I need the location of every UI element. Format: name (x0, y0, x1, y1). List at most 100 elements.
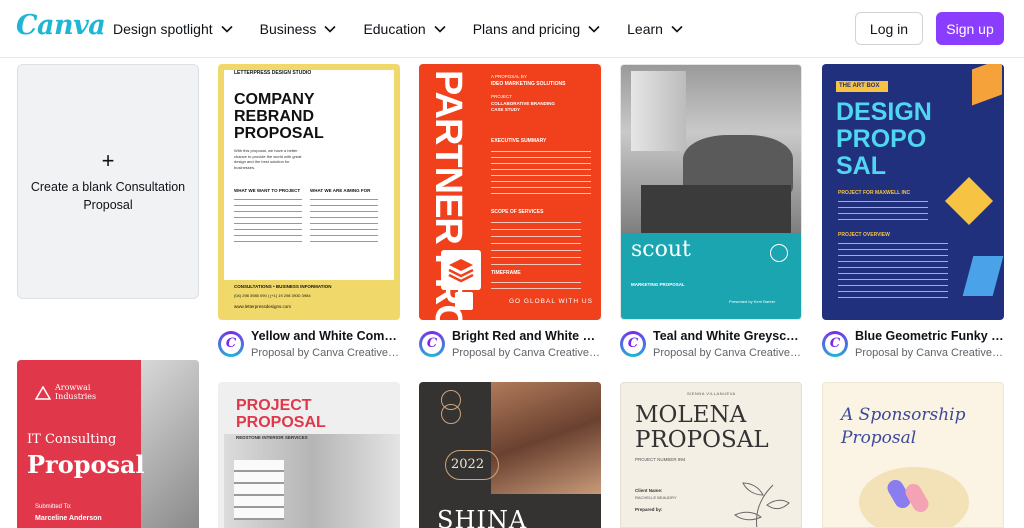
template-author[interactable]: Proposal by Canva Creative S... (855, 347, 1005, 359)
client-label: PROJECT FOR MAXWELL INC (838, 190, 911, 196)
nav-education[interactable]: Education (363, 21, 446, 37)
template-thumbnail[interactable]: A Sponsorship Proposal (822, 382, 1004, 528)
template-author[interactable]: Proposal by Canva Creative S... (251, 347, 401, 359)
client-label: Client Name: (635, 488, 663, 493)
title-line-2: REBRAND (234, 108, 314, 125)
section-heading: EXECUTIVE SUMMARY (491, 138, 547, 144)
chevron-down-icon (434, 25, 446, 33)
recipient-name: Marceline Anderson (35, 515, 102, 522)
canva-c-icon: C (825, 334, 845, 354)
title-line-1: PROJECT (236, 397, 312, 414)
body-text-placeholder (234, 196, 302, 246)
title-line-2: PROPOSAL (236, 414, 326, 431)
template-thumbnail[interactable]: PROJECT PROPOSAL REDSTONE INTERIOR SERVI… (218, 382, 400, 528)
canva-creative-studio-avatar: C (419, 331, 445, 357)
template-thumbnail[interactable]: scout MARKETING PROPOSAL Presented by Ke… (620, 64, 802, 320)
year-text: 2022 (451, 457, 485, 472)
prepared-label: Prepared by: (635, 507, 663, 512)
brand-text: scout (631, 237, 691, 262)
canva-creative-studio-avatar: C (620, 331, 646, 357)
template-thumbnail[interactable]: Arowwai Industries IT Consulting Proposa… (17, 360, 199, 528)
template-thumbnail[interactable]: LETTERPRESS DESIGN STUDIO COMPANY REBRAN… (218, 64, 400, 320)
company-name: IDEO MARKETING SOLUTIONS (491, 81, 566, 87)
intro-text: With this proposal, we have a better cha… (234, 148, 302, 170)
template-title[interactable]: Bright Red and White Sq... (452, 329, 602, 343)
template-author[interactable]: Proposal by Canva Creative S... (452, 347, 602, 359)
footer-text: CONSULTATIONS • BUSINESS INFORMATION (234, 284, 332, 289)
project-number: PROJECT NUMBER 894 (635, 457, 686, 462)
template-meta: C Bright Red and White Sq... Proposal by… (419, 329, 609, 363)
template-thumbnail[interactable]: SIENNA VILLANUEVA MOLENA PROPOSAL PROJEC… (620, 382, 802, 528)
canva-creative-studio-avatar: C (822, 331, 848, 357)
sign-up-button[interactable]: Sign up (936, 12, 1004, 45)
client-name: RACHELLE BEAUDRY (635, 495, 677, 500)
title-line-2: Proposal (841, 428, 917, 448)
nav-plans-and-pricing[interactable]: Plans and pricing (473, 21, 600, 37)
title-line-2: Proposal (27, 450, 145, 479)
template-meta: C Blue Geometric Funky Pr... Proposal by… (822, 329, 1012, 363)
title-line-2: PROPO (836, 125, 927, 153)
title-line-3: SAL (836, 152, 886, 180)
company-name: Arowwai Industries (55, 383, 97, 401)
go-global-text: GO GLOBAL WITH US (509, 298, 593, 305)
botanical-illustration (734, 482, 790, 527)
main-nav: Design spotlight Business Education Plan… (113, 0, 710, 58)
project-label: PROJECT (491, 94, 513, 99)
create-blank-design-card[interactable]: + Create a blank Consultation Proposal (17, 64, 199, 299)
nav-learn[interactable]: Learn (627, 21, 683, 37)
chevron-down-icon (221, 25, 233, 33)
window-panel (631, 71, 686, 151)
template-title[interactable]: Teal and White Greyscale... (653, 329, 803, 343)
template-thumbnail[interactable]: 2022 SHINA (419, 382, 601, 528)
template-title[interactable]: Blue Geometric Funky Pr... (855, 329, 1005, 343)
template-thumbnail[interactable]: PARTNER PROPOSAL A PROPOSAL BY IDEO MARK… (419, 64, 601, 320)
layers-icon (448, 259, 474, 283)
canva-c-icon: C (623, 334, 643, 354)
title-line-3: PROPOSAL (234, 125, 324, 142)
section-heading: SCOPE OF SERVICES (491, 209, 544, 215)
url-text: www.letterpressdesigns.com (234, 304, 292, 309)
template-title[interactable]: Yellow and White Compa... (251, 329, 401, 343)
title-line-1: DESIGN (836, 98, 932, 126)
marketing-label: MARKETING PROPOSAL (631, 282, 685, 287)
scope-list-placeholder (491, 218, 581, 266)
overview-placeholder (838, 240, 948, 300)
canva-c-icon: C (422, 334, 442, 354)
title-line-1: IT Consulting (27, 432, 117, 447)
label-text: A PROPOSAL BY (491, 74, 527, 79)
nav-business[interactable]: Business (260, 21, 337, 37)
project-name: COLLABORATIVE BRANDING CASE STUDY (491, 101, 555, 112)
studio-name: LETTERPRESS DESIGN STUDIO (234, 70, 312, 76)
company-logo-icon (35, 386, 51, 400)
tag-text: THE ART BOX (839, 83, 880, 89)
phone-text: (04) 298 3985 090 | (+1) 19 298 3930 398… (234, 293, 311, 298)
submitted-label: Submitted To: (35, 504, 72, 510)
nav-label: Education (363, 21, 426, 37)
column-heading: WHAT WE ARE AIMING FOR (310, 188, 371, 193)
body-text-placeholder (310, 196, 378, 246)
template-author[interactable]: Proposal by Canva Creative S... (653, 347, 803, 359)
title-line-1: COMPANY (234, 91, 315, 108)
geometric-shape (944, 176, 994, 226)
chevron-down-icon (324, 25, 337, 33)
company-subtitle: REDSTONE INTERIOR SERVICES (236, 435, 308, 440)
template-thumbnail[interactable]: THE ART BOX DESIGN PROPO SAL PROJECT FOR… (822, 64, 1004, 320)
nav-design-spotlight[interactable]: Design spotlight (113, 21, 233, 37)
title-line-1: MOLENA (635, 402, 747, 428)
name-title: SHINA (437, 506, 528, 528)
title-line-2: PROPOSAL (635, 427, 769, 453)
template-meta: C Yellow and White Compa... Proposal by … (218, 329, 408, 363)
table-shape (641, 185, 791, 233)
log-in-button[interactable]: Log in (855, 12, 923, 45)
shelf-shape (234, 460, 284, 520)
overview-label: PROJECT OVERVIEW (838, 232, 890, 238)
nav-label: Business (259, 21, 317, 37)
chart-icon (455, 292, 473, 310)
canva-logo[interactable]: Canva (16, 10, 106, 41)
office-meeting-photo (621, 65, 801, 233)
timeframe-text-placeholder (491, 279, 581, 289)
chevron-down-icon (588, 25, 600, 33)
compass-icon (770, 244, 788, 262)
geometric-shape (972, 64, 1002, 106)
geometric-shape (962, 256, 1004, 296)
